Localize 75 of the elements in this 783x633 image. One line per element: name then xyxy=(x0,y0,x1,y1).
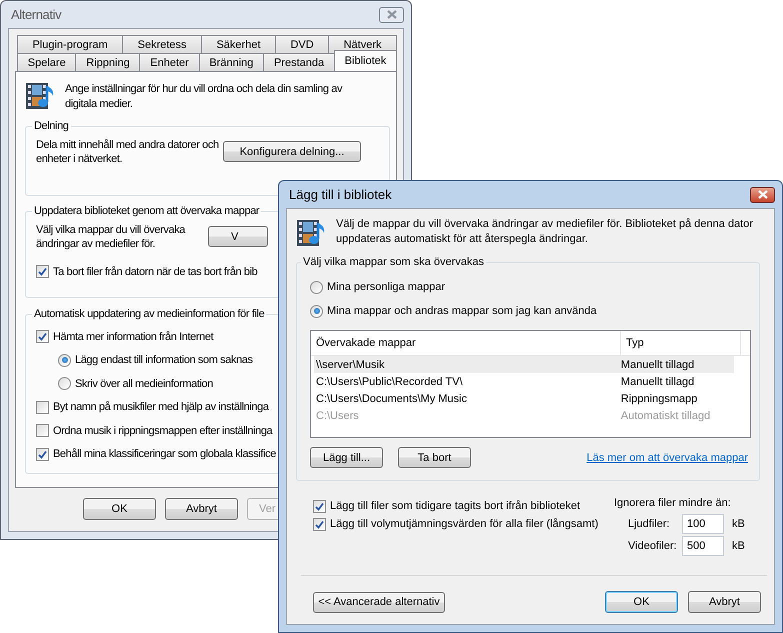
checkbox[interactable] xyxy=(313,500,326,512)
tab[interactable]: Spelare xyxy=(17,53,76,71)
checkbox-label: Byt namn på musikfiler med hjälp av inställninga xyxy=(53,401,269,414)
radio-label: Mina personliga mappar xyxy=(327,281,446,293)
column-header[interactable]: Övervakade mappar xyxy=(311,331,621,355)
dialog-button[interactable]: Avbryt xyxy=(165,498,238,520)
radio-label: Skriv över all medieinformation xyxy=(75,378,213,390)
checkbox-label: Ordna musik i rippningsmappen efter inställninga xyxy=(53,424,272,437)
group-title: Uppdatera biblioteket genom att övervaka mappar xyxy=(33,205,260,217)
close-icon xyxy=(758,190,768,199)
tab[interactable]: Säkerhet xyxy=(201,35,276,53)
field-label: Ljudfiler: xyxy=(627,518,671,530)
tab[interactable]: Enheter xyxy=(139,53,200,71)
intro-text: Välj de mappar du vill övervaka ändringar av mediefiler för. Biblioteket på denna dator uppdateras automatiskt för att återspegla ändringar. xyxy=(336,217,754,247)
radio-button[interactable] xyxy=(58,354,71,367)
checkbox[interactable] xyxy=(36,424,49,438)
checkbox[interactable] xyxy=(36,265,49,278)
remove-button[interactable]: Ta bort xyxy=(398,447,471,468)
tab[interactable]: Prestanda xyxy=(263,53,335,71)
checkbox[interactable] xyxy=(36,448,49,461)
tab[interactable]: Bränning xyxy=(198,53,264,71)
size-input-field[interactable]: 100 xyxy=(682,514,724,534)
sharing-text: Dela mitt innehåll med andra datorer och enheter i nätverket. xyxy=(36,138,220,166)
tab[interactable]: Plugin-program xyxy=(17,35,124,53)
checkbox[interactable] xyxy=(36,400,49,414)
close-button[interactable] xyxy=(750,186,775,202)
tab[interactable]: Bibliotek xyxy=(334,50,398,71)
unit-label: kB xyxy=(732,518,745,530)
monitor-text: Välj vilka mappar du vill övervaka ändringar av mediefiler för. xyxy=(36,223,186,251)
list-row[interactable]: C:\Users\Documents\My Music Rippningsmapp xyxy=(314,390,734,407)
folder-path: C:\Users\Documents\My Music xyxy=(315,392,468,404)
close-icon xyxy=(386,10,396,19)
radio-button[interactable] xyxy=(310,280,323,294)
checkbox-label: Lägg till filer som tidigare tagits bort ifrån biblioteket xyxy=(330,500,580,512)
folder-type: Manuellt tillagd xyxy=(620,376,696,388)
tab[interactable]: Rippning xyxy=(75,53,140,71)
folder-path: C:\Users xyxy=(315,410,360,422)
radio-label: Mina mappar och andras mappar som jag kan använda xyxy=(327,305,597,317)
folder-type: Automatiskt tillagd xyxy=(620,410,712,422)
group-title: Delning xyxy=(33,120,70,132)
radio-button[interactable] xyxy=(58,377,71,390)
dialog-button[interactable]: OK xyxy=(605,591,678,613)
checkbox-label: Hämta mer information från Internet xyxy=(53,330,214,343)
ignore-label: Ignorera filer mindre än: xyxy=(614,497,732,511)
window-title: Lägg till i bibliotek xyxy=(289,187,392,202)
dialog-button[interactable]: OK xyxy=(83,498,156,520)
help-link[interactable]: Läs mer om att övervaka mappar xyxy=(586,452,748,464)
radio-button[interactable] xyxy=(310,304,323,318)
add-button[interactable]: Lägg till... xyxy=(310,447,383,468)
folders-button[interactable]: V xyxy=(208,226,268,247)
checkbox[interactable] xyxy=(313,518,326,530)
folder-path: \\server\Musik xyxy=(315,358,386,370)
dialog-button[interactable]: Avbryt xyxy=(688,591,761,613)
advanced-options-button[interactable]: << Avancerade alternativ xyxy=(313,592,445,612)
size-input-field[interactable]: 500 xyxy=(682,536,724,556)
group-title: Automatisk uppdatering av medieinformation för file xyxy=(33,308,266,320)
folder-path: C:\Users\Public\Recorded TV\ xyxy=(315,376,464,388)
tab[interactable]: Sekretess xyxy=(122,35,202,53)
folder-type: Rippningsmapp xyxy=(620,392,698,404)
folder-type: Manuellt tillagd xyxy=(620,358,696,370)
checkbox-label: Behåll mina klassificeringar som globala klassifice xyxy=(53,448,276,460)
group-title: Välj vilka mappar som ska övervakas xyxy=(302,256,485,268)
column-header[interactable]: Typ xyxy=(621,331,741,355)
field-label: Videofiler: xyxy=(627,540,678,552)
intro-text: Ange inställningar för hur du vill ordna och dela din samling av digitala medier. xyxy=(65,82,344,112)
checkbox-label: Ta bort filer från datorn när de tas bort från bib xyxy=(53,266,258,278)
configure-sharing-button[interactable]: Konfigurera delning... xyxy=(223,141,361,162)
tab[interactable]: DVD xyxy=(274,35,330,53)
unit-label: kB xyxy=(732,540,745,552)
radio-label: Lägg endast till information som saknas xyxy=(75,354,253,366)
window-title: Alternativ xyxy=(11,7,62,22)
checkbox-label: Lägg till volymutjämningsvärden för alla filer (långsamt) xyxy=(330,518,598,530)
list-row[interactable]: C:\Users\Public\Recorded TV\ Manuellt tillagd xyxy=(314,373,734,390)
list-row[interactable]: \\server\Musik Manuellt tillagd xyxy=(314,356,734,373)
checkbox[interactable] xyxy=(36,330,49,344)
